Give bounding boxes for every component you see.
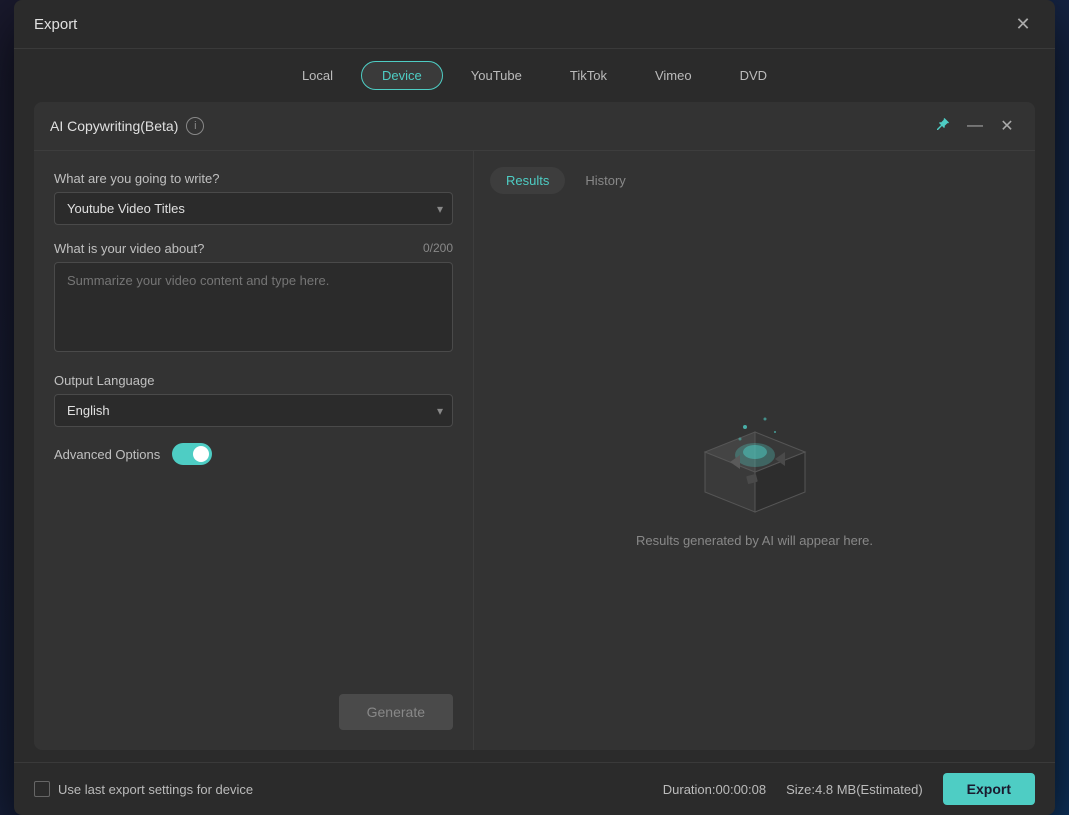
write-select[interactable]: Youtube Video Titles Blog Post Social Me…	[54, 192, 453, 225]
results-tabs: Results History	[490, 167, 1019, 194]
video-textarea[interactable]	[54, 262, 453, 352]
char-count: 0/200	[423, 241, 453, 255]
tab-tiktok[interactable]: TikTok	[550, 62, 627, 89]
footer-right: Duration:00:00:08 Size:4.8 MB(Estimated)…	[663, 773, 1035, 805]
inner-card-header: AI Copywriting(Beta) i — ✕	[34, 102, 1035, 151]
minimize-button[interactable]: —	[963, 114, 987, 138]
tab-device[interactable]: Device	[361, 61, 443, 90]
size-stat: Size:4.8 MB(Estimated)	[786, 782, 923, 797]
card-title: AI Copywriting(Beta)	[50, 118, 178, 134]
export-tab-bar: Local Device YouTube TikTok Vimeo DVD	[14, 49, 1055, 102]
generate-button[interactable]: Generate	[339, 694, 453, 730]
advanced-options-label: Advanced Options	[54, 447, 160, 462]
ai-copywriting-card: AI Copywriting(Beta) i — ✕	[34, 102, 1035, 750]
textarea-wrapper	[54, 262, 453, 357]
info-icon[interactable]: i	[186, 117, 204, 135]
advanced-options-row: Advanced Options	[54, 443, 453, 465]
tab-vimeo[interactable]: Vimeo	[635, 62, 712, 89]
card-title-row: AI Copywriting(Beta) i	[50, 117, 204, 135]
video-about-field: What is your video about? 0/200	[54, 241, 453, 357]
write-field: What are you going to write? Youtube Vid…	[54, 171, 453, 225]
results-empty-text: Results generated by AI will appear here…	[636, 533, 873, 548]
pin-button[interactable]	[931, 114, 955, 138]
results-tab[interactable]: Results	[490, 167, 565, 194]
tab-local[interactable]: Local	[282, 62, 353, 89]
duration-stat: Duration:00:00:08	[663, 782, 766, 797]
write-label: What are you going to write?	[54, 171, 453, 186]
right-panel: Results History	[474, 151, 1035, 750]
dialog-close-button[interactable]: ✕	[1011, 12, 1035, 36]
card-actions: — ✕	[931, 114, 1019, 138]
dialog-content: AI Copywriting(Beta) i — ✕	[14, 102, 1055, 762]
advanced-options-toggle[interactable]	[172, 443, 212, 465]
footer-left: Use last export settings for device	[34, 781, 253, 797]
export-button[interactable]: Export	[943, 773, 1035, 805]
language-select-wrapper: English Spanish French German Chinese Ja…	[54, 394, 453, 427]
empty-state-illustration	[685, 397, 825, 517]
video-about-label: What is your video about? 0/200	[54, 241, 453, 256]
results-body: Results generated by AI will appear here…	[490, 210, 1019, 734]
card-close-button[interactable]: ✕	[995, 114, 1019, 138]
dialog-title: Export	[34, 16, 77, 33]
language-field: Output Language English Spanish French G…	[54, 373, 453, 427]
toggle-thumb	[193, 446, 209, 462]
dialog-footer: Use last export settings for device Dura…	[14, 762, 1055, 815]
language-select[interactable]: English Spanish French German Chinese Ja…	[54, 394, 453, 427]
history-tab[interactable]: History	[569, 167, 641, 194]
toggle-track	[172, 443, 212, 465]
generate-btn-row: Generate	[54, 686, 453, 730]
last-settings-checkbox[interactable]	[34, 781, 50, 797]
card-body: What are you going to write? Youtube Vid…	[34, 151, 1035, 750]
tab-youtube[interactable]: YouTube	[451, 62, 542, 89]
last-settings-label: Use last export settings for device	[58, 782, 253, 797]
language-label: Output Language	[54, 373, 453, 388]
tab-dvd[interactable]: DVD	[720, 62, 787, 89]
left-panel: What are you going to write? Youtube Vid…	[34, 151, 474, 750]
write-select-wrapper: Youtube Video Titles Blog Post Social Me…	[54, 192, 453, 225]
